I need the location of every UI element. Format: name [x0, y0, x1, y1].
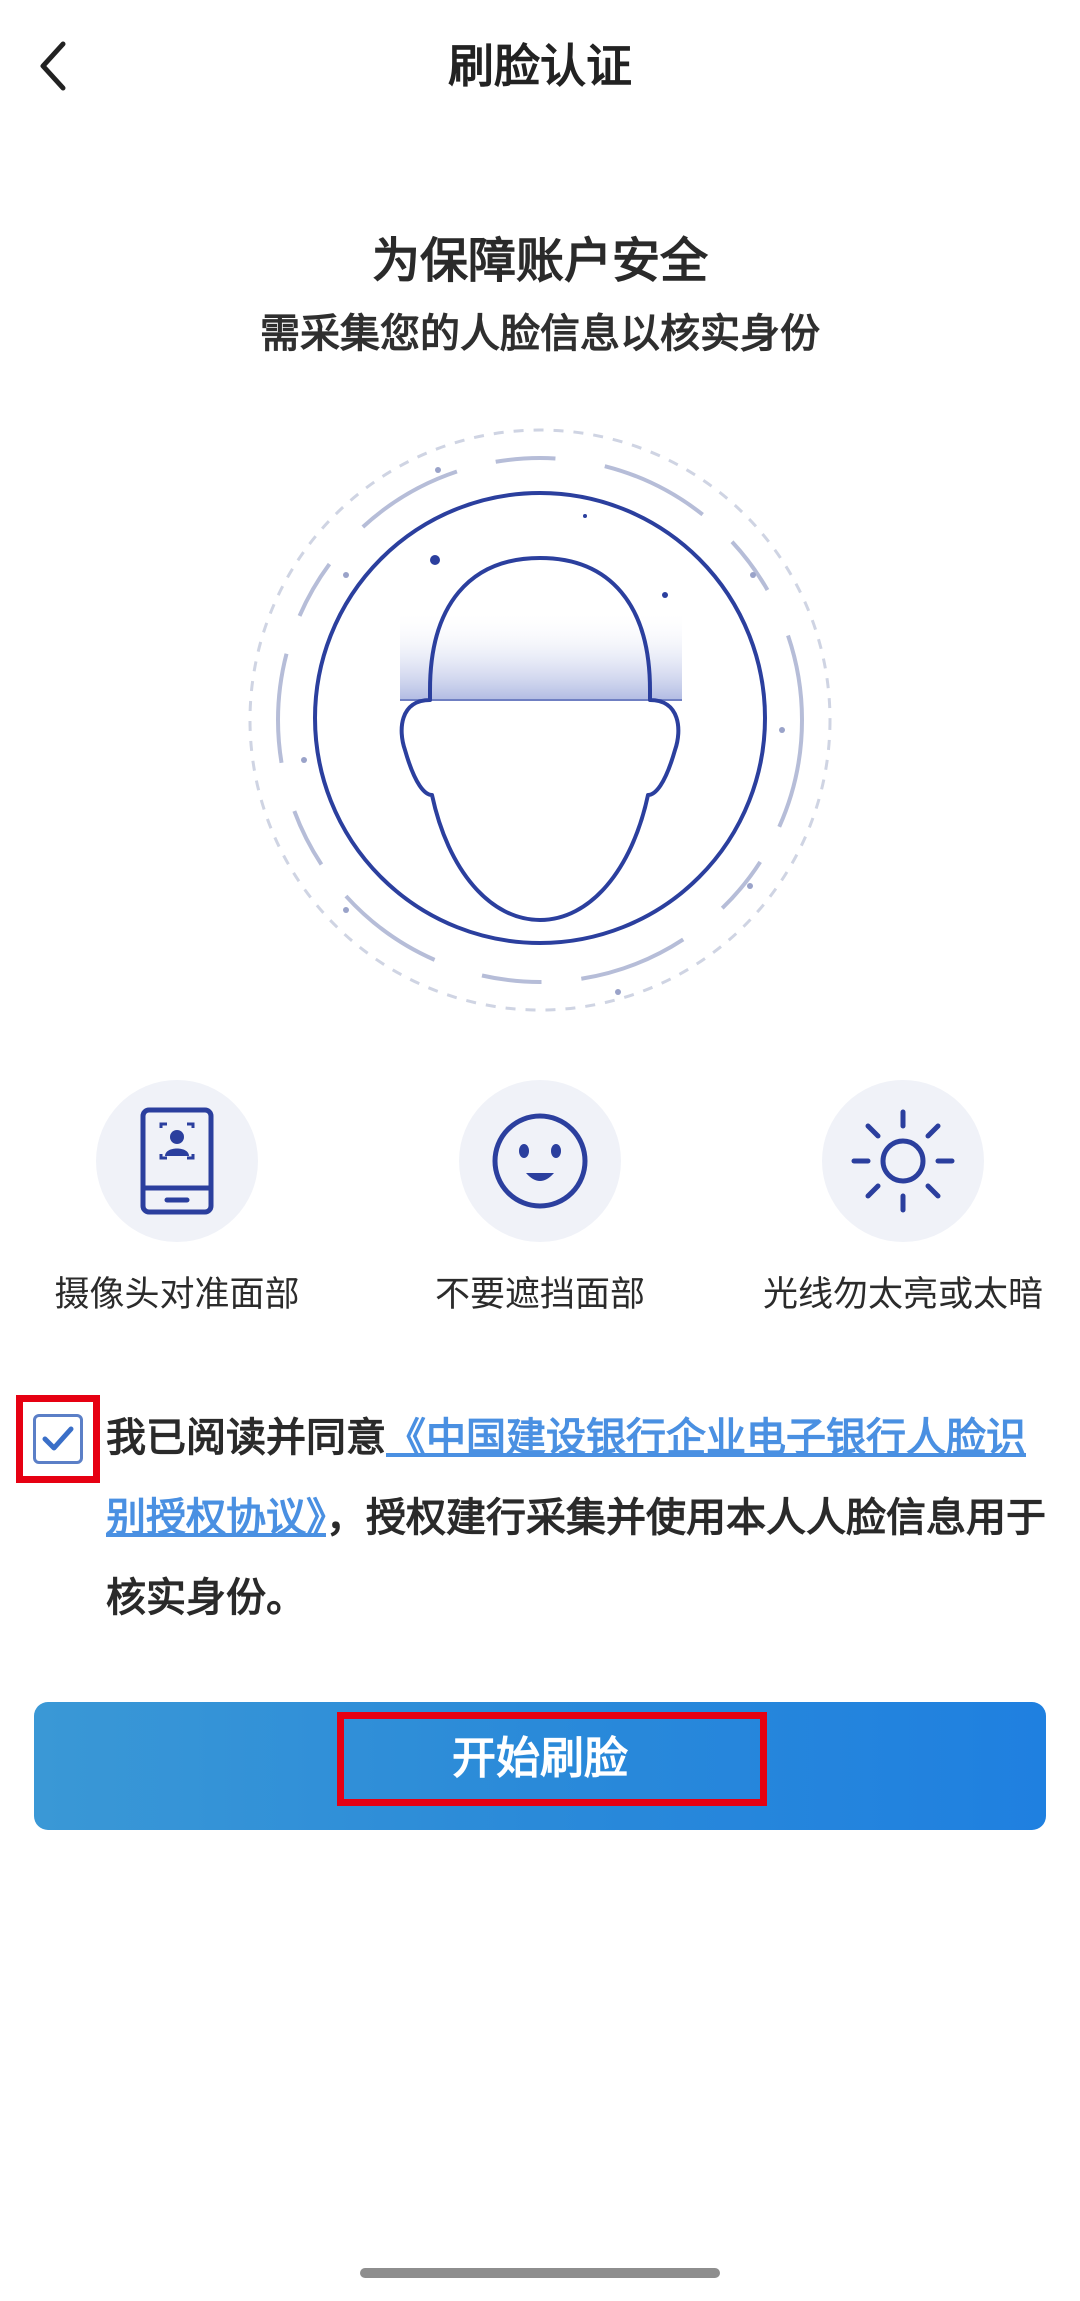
checkmark-icon	[42, 1426, 74, 1451]
tip-camera: 摄像头对准面部	[12, 1080, 342, 1340]
checkbox-box	[33, 1414, 83, 1464]
nav-bar: 刷脸认证	[0, 0, 1080, 132]
tip-label: 摄像头对准面部	[54, 1275, 300, 1315]
tip-label: 不要遮挡面部	[434, 1275, 645, 1315]
consent-prefix: 我已阅读并同意	[106, 1415, 386, 1461]
face-scan-icon	[248, 428, 832, 1012]
tip-icon-background	[459, 1080, 621, 1242]
subline: 需采集您的人脸信息以核实身份	[260, 311, 820, 357]
smile-face-icon	[492, 1113, 588, 1209]
face-scan-illustration	[220, 400, 860, 1040]
sun-icon	[851, 1109, 955, 1213]
page-title: 刷脸认证	[448, 39, 632, 93]
tip-no-cover: 不要遮挡面部	[375, 1080, 705, 1340]
home-indicator[interactable]	[360, 2268, 720, 2278]
phone-camera-icon	[140, 1107, 214, 1215]
tip-label: 光线勿太亮或太暗	[762, 1275, 1043, 1315]
headline: 为保障账户安全	[371, 233, 708, 289]
tips-row: 摄像头对准面部 不要遮挡面部 光线勿太亮或太暗	[0, 1080, 1080, 1340]
consent-checkbox[interactable]	[16, 1395, 100, 1483]
tip-icon-background	[822, 1080, 984, 1242]
tip-icon-background	[96, 1080, 258, 1242]
consent-text: 我已阅读并同意《中国建设银行企业电子银行人脸识别授权协议》，授权建行采集并使用本…	[106, 1398, 1056, 1638]
start-button-highlight	[337, 1712, 767, 1806]
tip-lighting: 光线勿太亮或太暗	[738, 1080, 1068, 1340]
